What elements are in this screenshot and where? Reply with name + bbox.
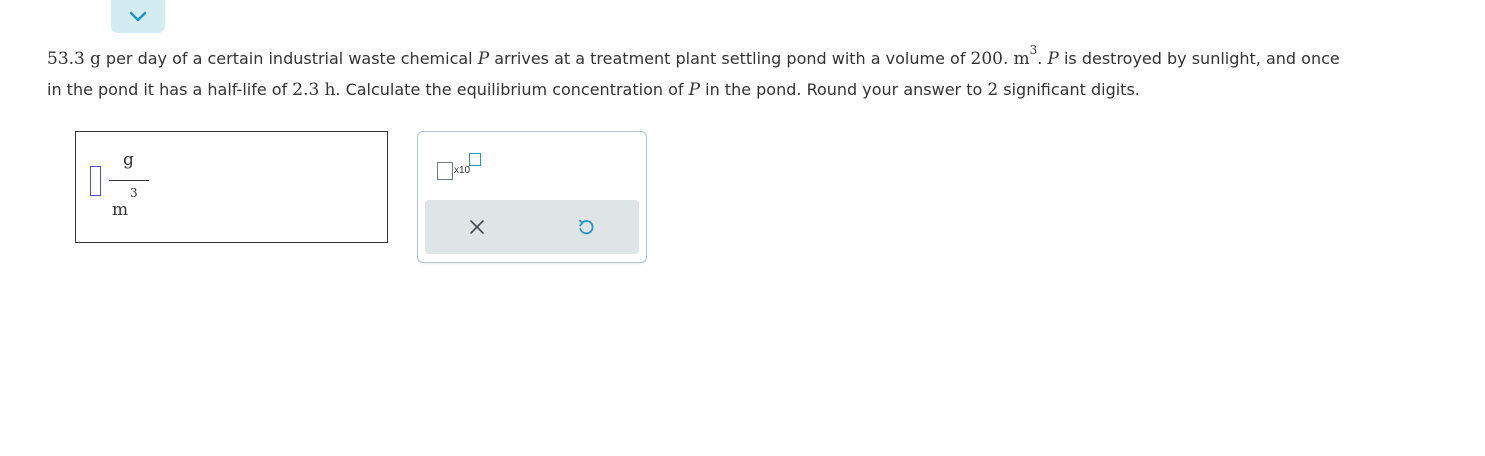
- exponent-box-icon: [469, 153, 481, 166]
- mass-unit: g: [89, 49, 101, 69]
- question-line-1: 53.3 g per day of a certain industrial w…: [47, 43, 1477, 75]
- clear-button[interactable]: [466, 216, 488, 238]
- math-tool-panel: x10: [417, 131, 647, 263]
- question-text-1: per day of a certain industrial waste ch…: [100, 49, 478, 68]
- halflife-unit: h: [324, 80, 336, 100]
- volume-exponent: 3: [1029, 43, 1038, 57]
- fraction-bar: [109, 180, 149, 181]
- answer-area: g m 3: [75, 131, 388, 243]
- unit-denominator-exponent: 3: [130, 186, 138, 200]
- volume-value: 200.: [970, 49, 1009, 69]
- question-text-2: arrives at a treatment plant settling po…: [489, 49, 971, 68]
- volume-unit: m: [1013, 49, 1030, 69]
- mass-value: 53.3: [47, 49, 85, 69]
- sig-digits: 2: [987, 80, 999, 100]
- variable-p: P: [477, 49, 490, 69]
- variable-p: P: [1047, 49, 1059, 69]
- collapse-toggle-button[interactable]: [111, 0, 165, 33]
- question-text-8: significant digits.: [998, 80, 1140, 99]
- variable-p: P: [688, 80, 701, 100]
- chevron-down-icon: [129, 11, 147, 21]
- undo-icon: [578, 219, 594, 235]
- question-text-7: in the pond. Round your answer to: [700, 80, 988, 99]
- question-line-2: in the pond it has a half-life of 2.3 h.…: [47, 75, 1477, 105]
- unit-fraction: g m 3: [109, 150, 151, 225]
- question-text-6: . Calculate the equilibrium concentratio…: [335, 80, 689, 99]
- close-icon: [470, 220, 484, 234]
- answer-input[interactable]: [90, 166, 101, 196]
- mantissa-box-icon: [437, 162, 453, 180]
- scientific-notation-button[interactable]: x10: [437, 152, 481, 182]
- question-text-5: in the pond it has a half-life of: [47, 80, 293, 99]
- x10-label: x10: [454, 165, 471, 176]
- undo-button[interactable]: [575, 216, 597, 238]
- question-text-4: is destroyed by sunlight, and once: [1058, 49, 1340, 68]
- question-text: 53.3 g per day of a certain industrial w…: [47, 43, 1477, 105]
- unit-numerator: g: [123, 150, 134, 170]
- question-text-3: .: [1037, 49, 1048, 68]
- action-bar: [425, 200, 639, 254]
- unit-denominator: m: [112, 200, 129, 220]
- halflife-value: 2.3: [292, 80, 320, 100]
